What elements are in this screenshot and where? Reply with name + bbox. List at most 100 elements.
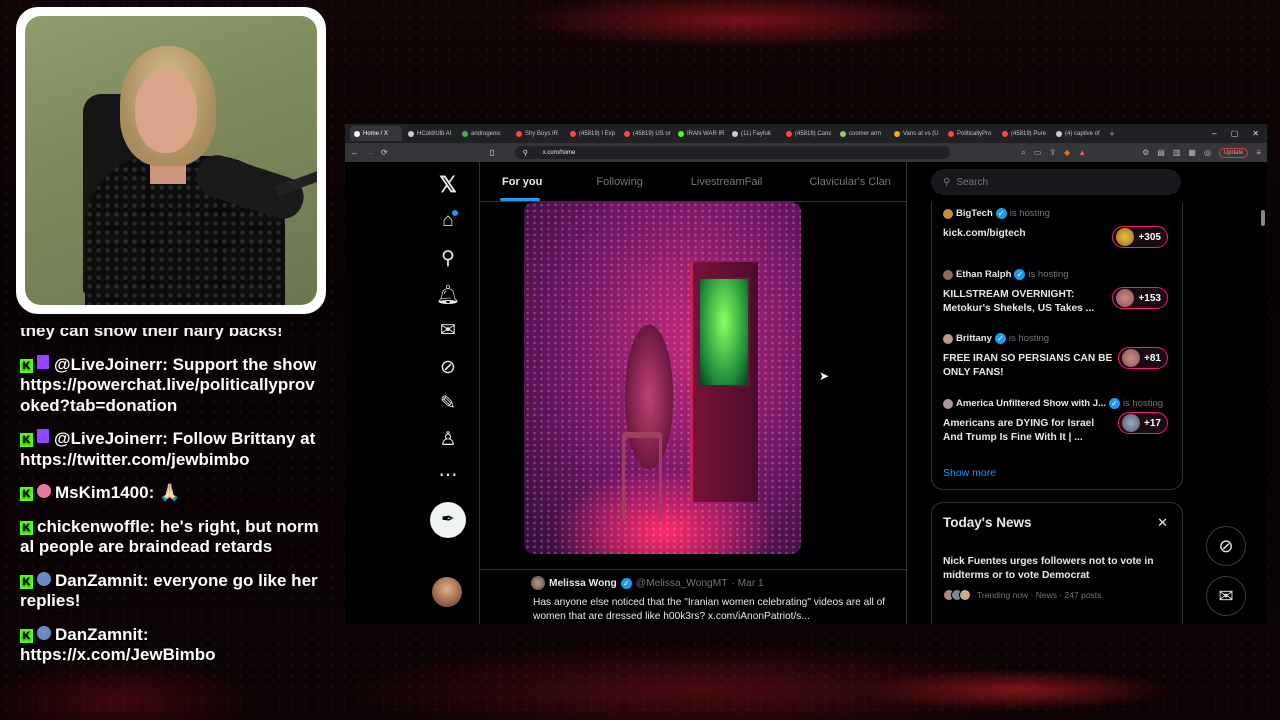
x-home-page: 𝕏 ⌂ ⚲ 🔔︎ ✉ ⊘ ✎ ♙ ⋯ ✒ For you Following L… — [345, 162, 1267, 624]
listener-count-badge[interactable]: +305 — [1112, 226, 1168, 248]
browser-tab[interactable]: Home / X — [350, 126, 402, 141]
toolbar-icons: ⌕ ▭ ⇪ ◆ ▲ ⚙ ▤ ▥ ▦ ◎ Update ≡ — [1021, 147, 1261, 158]
news-heading: Today's News — [943, 515, 1032, 530]
tweet-text: Has anyone else noticed that the "Irania… — [533, 597, 886, 622]
lists-icon[interactable]: ✎ — [428, 392, 468, 415]
host-avatar — [943, 398, 953, 409]
tab-for-you[interactable]: For you — [500, 176, 542, 201]
tweet-date[interactable]: · Mar 1 — [731, 578, 763, 589]
tab-livestreamfail[interactable]: LivestreamFail — [691, 176, 763, 188]
video-green-light — [698, 277, 750, 387]
zoom-icon[interactable]: ⌕ — [1021, 148, 1025, 158]
account-avatar[interactable] — [432, 577, 462, 607]
listener-count-badge[interactable]: +17 — [1118, 412, 1168, 434]
host-item[interactable]: America Unfiltered Show with J... ✓ is hos… — [943, 398, 1178, 445]
x-favicon-icon — [1056, 130, 1062, 137]
tab-following[interactable]: Following — [596, 176, 642, 188]
close-icon[interactable]: ✕ — [1252, 129, 1259, 138]
host-item[interactable]: Ethan Ralph ✓ is hosting KILLSTREAM OVERNI… — [943, 269, 1178, 316]
search-box[interactable]: ⚲ Search — [931, 169, 1181, 195]
profile-icon[interactable]: ♙ — [428, 428, 468, 451]
grok-fab-icon[interactable]: ⊘ — [1206, 526, 1246, 566]
bookmark-icon[interactable]: ▯ — [490, 148, 494, 157]
extensions-icon[interactable]: ⚙ — [1142, 148, 1149, 157]
x-logo-icon[interactable]: 𝕏 — [428, 172, 468, 198]
reload-icon[interactable]: ⟳ — [381, 148, 388, 157]
youtube-favicon-icon — [1002, 130, 1008, 137]
browser-tab[interactable]: coomer arm — [836, 126, 888, 141]
tweet-author-handle[interactable]: @Melissa_WongMT — [636, 578, 728, 589]
wallet-icon[interactable]: ▦ — [1188, 148, 1196, 157]
twitch-icon — [37, 429, 49, 443]
chat-message: K @LiveJoinerr: Support the show https://… — [20, 354, 317, 415]
browser-tab[interactable]: PoliticallyPro — [944, 126, 996, 141]
tweet[interactable]: Melissa Wong ✓ @Melissa_WongMT · Mar 1 H… — [480, 569, 908, 624]
chat-username: chickenwoffle — [37, 516, 150, 536]
update-button[interactable]: Update — [1218, 147, 1249, 158]
browser-tab[interactable]: (11) Fayfuk — [728, 126, 780, 141]
site-info-icon[interactable]: ⚲ — [523, 149, 528, 157]
x-favicon-icon — [732, 130, 738, 137]
browser-tab[interactable]: Vans at vs (U — [890, 126, 942, 141]
kick-icon: K — [20, 574, 33, 589]
news-headline[interactable]: Nick Fuentes urges followers not to vote… — [943, 555, 1175, 583]
chat-username: @LiveJoinerr — [54, 429, 163, 448]
listener-count-badge[interactable]: +153 — [1112, 287, 1168, 309]
browser-tab[interactable]: androgenic — [458, 126, 510, 141]
chat-username: DanZamnit — [55, 624, 143, 644]
news-meta: Trending now · News · 247 posts — [943, 589, 1101, 601]
sidebar-icon[interactable]: ▥ — [1173, 148, 1181, 157]
browser-tab[interactable]: Shy Boys IR — [512, 126, 564, 141]
close-news-icon[interactable]: ✕ — [1157, 515, 1168, 531]
tweet-video[interactable] — [524, 202, 801, 554]
grok-icon[interactable]: ⊘ — [428, 356, 468, 379]
maximize-icon[interactable]: ▢ — [1231, 129, 1239, 138]
browser-tab[interactable]: (45819) I Exp — [566, 126, 618, 141]
brave-shield-icon[interactable]: ◆ — [1064, 148, 1070, 157]
timeline-column: For you Following LivestreamFail Clavicu… — [479, 162, 908, 624]
messages-fab-icon[interactable]: ✉ — [1206, 576, 1246, 616]
youtube-favicon-icon — [516, 130, 522, 137]
downloads-icon[interactable]: ▤ — [1157, 148, 1165, 157]
tab-claviculars-clan[interactable]: Clavicular's Clan — [809, 176, 891, 188]
back-icon[interactable]: ← — [351, 148, 359, 157]
host-avatar — [943, 208, 953, 219]
tweet-author-name[interactable]: Melissa Wong — [549, 578, 617, 589]
cast-icon[interactable]: ▭ — [1034, 148, 1042, 157]
chat-username: DanZamnit — [55, 570, 143, 590]
verified-badge-icon: ✓ — [995, 208, 1007, 219]
minimize-icon[interactable]: – — [1212, 129, 1216, 138]
notifications-icon[interactable]: 🔔︎ — [428, 283, 468, 307]
host-item[interactable]: Brittany ✓ is hosting FREE IRAN SO PERSIAN… — [943, 333, 1178, 380]
rewards-icon[interactable]: ▲ — [1078, 148, 1086, 157]
tweet-author-avatar[interactable] — [531, 576, 545, 590]
browser-tab[interactable]: (45819) Pure — [998, 126, 1050, 141]
browser-tab[interactable]: (45818) Canc — [782, 126, 834, 141]
vpn-icon[interactable]: ◎ — [1204, 148, 1211, 157]
scrollbar-thumb[interactable] — [1261, 210, 1265, 226]
verified-badge-icon: ✓ — [620, 577, 632, 589]
browser-tab[interactable]: IRAN WAR IR — [674, 126, 726, 141]
chat-username: @LiveJoinerr — [54, 354, 163, 374]
tweet-header: Melissa Wong ✓ @Melissa_WongMT · Mar 1 — [531, 576, 908, 590]
host-item[interactable]: BigTech ✓ is hosting kick.com/bigtech +305 — [943, 208, 1178, 248]
post-button[interactable]: ✒ — [430, 502, 466, 538]
explore-icon[interactable]: ⚲ — [428, 247, 468, 270]
twitch-icon — [37, 354, 49, 369]
address-bar[interactable]: ▯ ⚲ x.com/home — [490, 146, 950, 159]
listener-count-badge[interactable]: +81 — [1118, 347, 1168, 369]
menu-icon[interactable]: ≡ — [1256, 148, 1261, 157]
new-tab-button[interactable]: + — [1106, 129, 1118, 139]
show-more-link[interactable]: Show more — [943, 467, 996, 479]
forward-icon[interactable]: → — [366, 148, 374, 157]
messages-icon[interactable]: ✉ — [428, 319, 468, 342]
browser-window: Home / X HCold/Ulb Al androgenic Shy Boy… — [345, 124, 1267, 624]
more-icon[interactable]: ⋯ — [428, 464, 468, 487]
browser-tab[interactable]: HCold/Ulb Al — [404, 126, 456, 141]
browser-tab[interactable]: (4) captive of — [1052, 126, 1104, 141]
home-icon[interactable]: ⌂ — [428, 210, 468, 232]
share-icon[interactable]: ⇪ — [1049, 148, 1056, 157]
live-hosting-panel: BigTech ✓ is hosting kick.com/bigtech +305… — [931, 202, 1183, 490]
browser-tab[interactable]: (45819) US or — [620, 126, 672, 141]
notification-dot — [452, 210, 458, 216]
